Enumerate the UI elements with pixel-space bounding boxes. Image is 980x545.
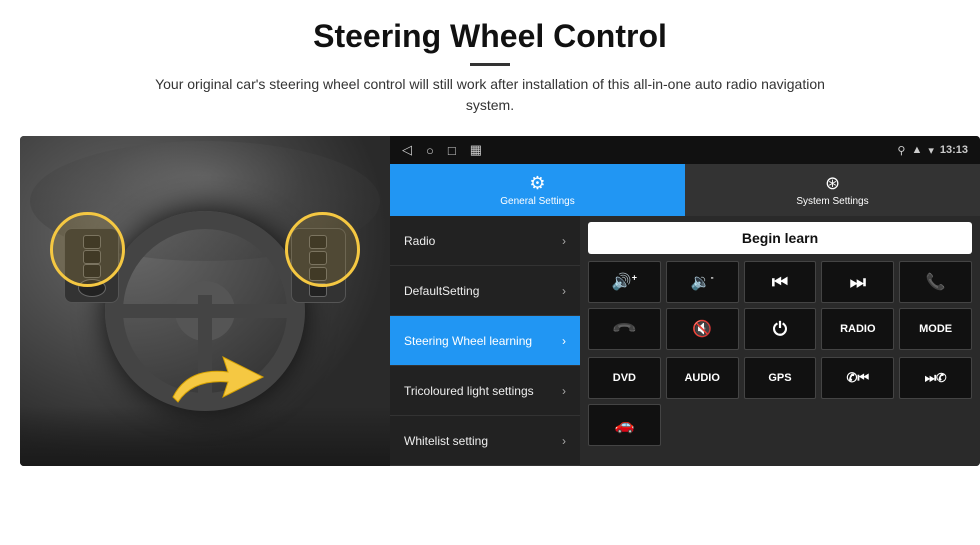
steering-chevron-icon: › xyxy=(562,334,566,348)
tab-system-settings[interactable]: ⊛ System Settings xyxy=(685,164,980,216)
tricoloured-chevron-icon: › xyxy=(562,384,566,398)
tel-next-icon: ⏭✆ xyxy=(925,370,947,386)
menu-item-radio[interactable]: Radio › xyxy=(390,216,580,266)
vol-down-button[interactable]: 🔉- xyxy=(666,261,739,303)
menu-item-whitelist[interactable]: Whitelist setting › xyxy=(390,416,580,466)
radio-mode-label: RADIO xyxy=(840,323,875,335)
phone-button[interactable]: 📞 xyxy=(899,261,972,303)
mode-button[interactable]: MODE xyxy=(899,308,972,350)
status-icons: ⚲ ▲ ▾ 13:13 xyxy=(897,144,968,157)
page-header: Steering Wheel Control Your original car… xyxy=(0,0,980,126)
vol-up-button[interactable]: 🔊+ xyxy=(588,261,661,303)
location-icon: ⚲ xyxy=(897,144,905,157)
mute-icon: 🔇 xyxy=(692,319,712,339)
system-settings-icon: ⊛ xyxy=(825,173,840,194)
vol-down-icon: 🔉- xyxy=(691,272,714,292)
menu-radio-label: Radio xyxy=(404,234,435,248)
hang-up-button[interactable]: 📞 xyxy=(588,308,661,350)
power-button[interactable]: ⏻ xyxy=(744,308,817,350)
mode-label: MODE xyxy=(919,323,952,335)
menu-tricoloured-label: Tricoloured light settings xyxy=(404,384,534,398)
mute-button[interactable]: 🔇 xyxy=(666,308,739,350)
right-highlight-circle xyxy=(285,212,360,287)
signal-icon: ▲ xyxy=(911,144,922,156)
general-settings-icon: ⚙ xyxy=(529,173,545,194)
main-content: ◁ ○ □ ▦ ⚲ ▲ ▾ 13:13 ⚙ General Settings ⊛… xyxy=(0,136,980,466)
tel-next-button[interactable]: ⏭✆ xyxy=(899,357,972,399)
status-bar: ◁ ○ □ ▦ ⚲ ▲ ▾ 13:13 xyxy=(390,136,980,164)
menu-whitelist-label: Whitelist setting xyxy=(404,434,488,448)
control-grid-row3: DVD AUDIO GPS ✆⏮ ⏭✆ xyxy=(588,357,972,399)
tab-bar: ⚙ General Settings ⊛ System Settings xyxy=(390,164,980,216)
menu-steering-label: Steering Wheel learning xyxy=(404,334,532,348)
control-grid-row2: 📞 🔇 ⏻ RADIO MODE xyxy=(588,308,972,350)
phone-icon: 📞 xyxy=(926,272,946,292)
extra-icon: 🚗 xyxy=(614,415,634,435)
tab-general-label: General Settings xyxy=(500,196,575,207)
radio-chevron-icon: › xyxy=(562,234,566,248)
menu-list: Radio › DefaultSetting › Steering Wheel … xyxy=(390,216,580,466)
nav-extra[interactable]: ▦ xyxy=(470,142,482,158)
menu-item-steering[interactable]: Steering Wheel learning › xyxy=(390,316,580,366)
header-divider xyxy=(470,63,510,66)
wifi-icon: ▾ xyxy=(928,144,934,157)
dvd-label: DVD xyxy=(613,372,636,384)
vol-up-icon: 🔊+ xyxy=(612,272,637,292)
menu-defaultsetting-label: DefaultSetting xyxy=(404,284,479,298)
prev-track-button[interactable]: ⏮ xyxy=(744,261,817,303)
android-screen: ◁ ○ □ ▦ ⚲ ▲ ▾ 13:13 ⚙ General Settings ⊛… xyxy=(390,136,980,466)
page-title: Steering Wheel Control xyxy=(10,18,970,55)
dvd-button[interactable]: DVD xyxy=(588,357,661,399)
tab-general-settings[interactable]: ⚙ General Settings xyxy=(390,164,685,216)
defaultsetting-chevron-icon: › xyxy=(562,284,566,298)
header-subtitle: Your original car's steering wheel contr… xyxy=(140,74,840,116)
steering-wheel-image xyxy=(20,136,390,466)
status-time: 13:13 xyxy=(940,144,968,156)
power-icon: ⏻ xyxy=(773,319,787,340)
controls-area: Begin learn 🔊+ 🔉- ⏮ ⏭ xyxy=(580,216,980,466)
prev-track-icon: ⏮ xyxy=(772,272,788,293)
next-track-button[interactable]: ⏭ xyxy=(821,261,894,303)
begin-learn-button[interactable]: Begin learn xyxy=(588,222,972,254)
screen-body: Radio › DefaultSetting › Steering Wheel … xyxy=(390,216,980,466)
nav-buttons: ◁ ○ □ ▦ xyxy=(402,142,482,158)
begin-learn-row: Begin learn xyxy=(588,222,972,254)
left-highlight-circle xyxy=(50,212,125,287)
gps-label: GPS xyxy=(768,372,791,384)
menu-item-tricoloured[interactable]: Tricoloured light settings › xyxy=(390,366,580,416)
audio-label: AUDIO xyxy=(684,372,719,384)
nav-recent[interactable]: □ xyxy=(448,143,456,158)
control-grid-row4: 🚗 xyxy=(588,404,972,446)
nav-back[interactable]: ◁ xyxy=(402,142,412,158)
tel-prev-icon: ✆⏮ xyxy=(846,370,869,386)
hang-up-icon: 📞 xyxy=(610,315,638,343)
control-grid-row1: 🔊+ 🔉- ⏮ ⏭ 📞 xyxy=(588,261,972,303)
audio-button[interactable]: AUDIO xyxy=(666,357,739,399)
menu-item-defaultsetting[interactable]: DefaultSetting › xyxy=(390,266,580,316)
tab-system-label: System Settings xyxy=(796,196,868,207)
whitelist-chevron-icon: › xyxy=(562,434,566,448)
extra-button[interactable]: 🚗 xyxy=(588,404,661,446)
tel-prev-button[interactable]: ✆⏮ xyxy=(821,357,894,399)
radio-mode-button[interactable]: RADIO xyxy=(821,308,894,350)
next-track-icon: ⏭ xyxy=(850,272,866,293)
gps-button[interactable]: GPS xyxy=(744,357,817,399)
nav-home[interactable]: ○ xyxy=(426,143,434,158)
arrow-indicator xyxy=(168,342,268,417)
